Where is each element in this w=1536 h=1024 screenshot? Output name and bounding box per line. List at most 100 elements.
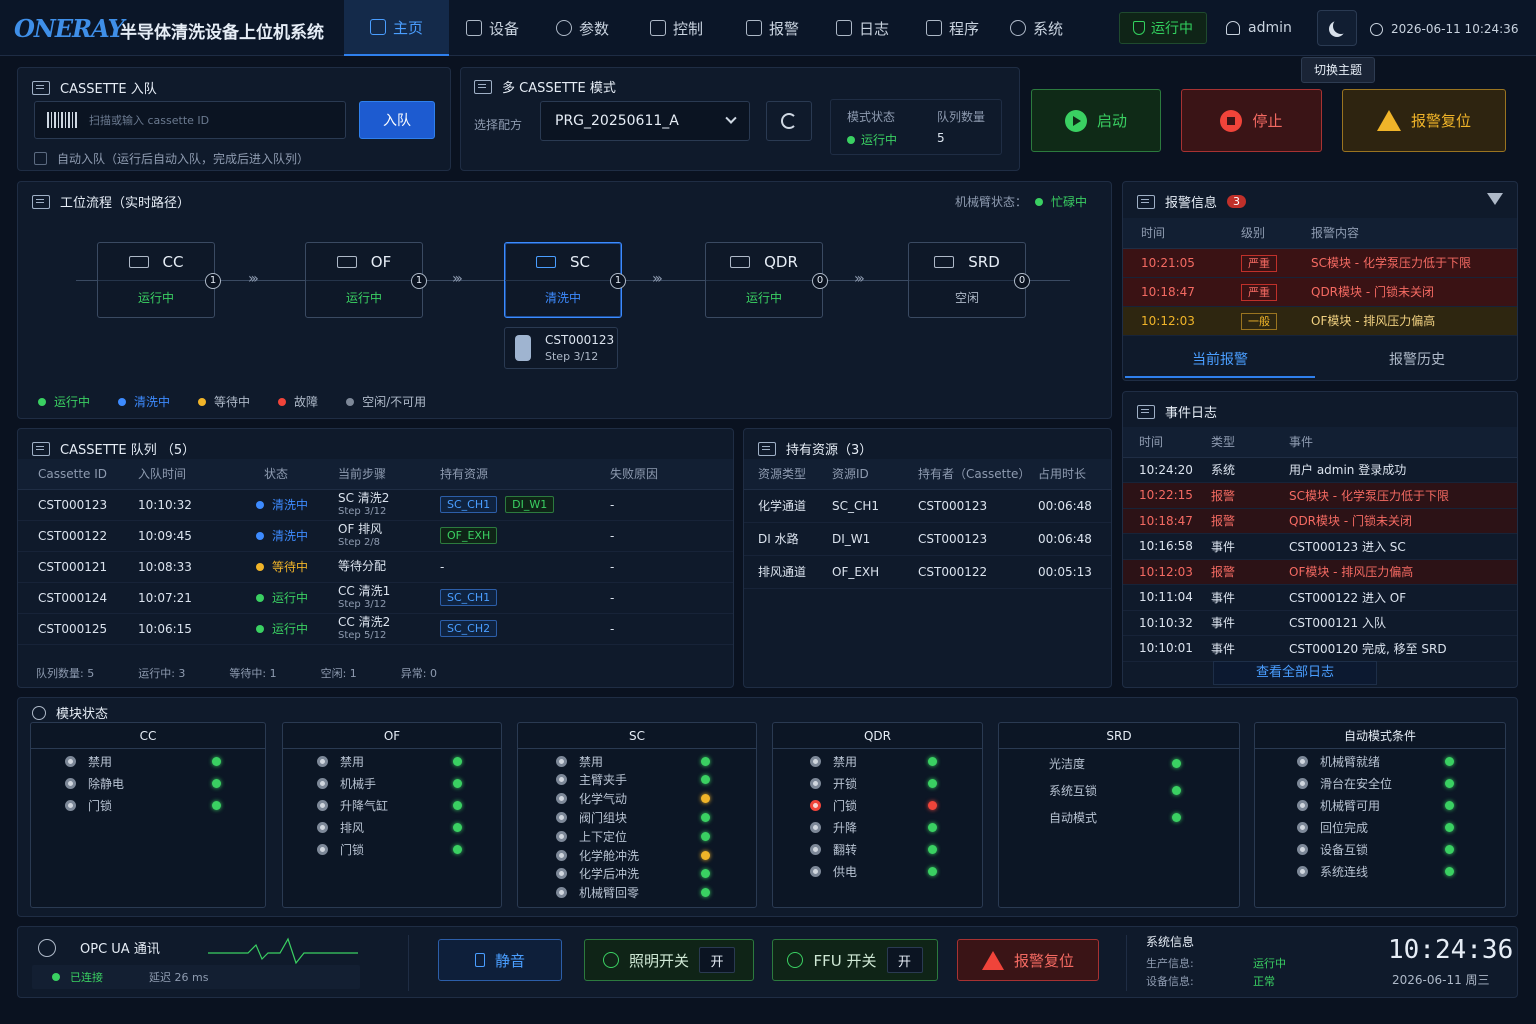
- status-radio-icon: [65, 755, 76, 767]
- queue-row[interactable]: CST000125 10:06:15 运行中 CC 清洗2 Step 5/12 SC…: [18, 613, 733, 645]
- nav-params[interactable]: 参数: [556, 0, 609, 56]
- status-radio-icon: [810, 843, 821, 855]
- production-status: 运行中: [1253, 957, 1286, 970]
- opc-status: 已连接 延迟 26 ms: [32, 965, 360, 989]
- light-switch[interactable]: 照明开关开: [584, 939, 754, 981]
- alarm-row[interactable]: 10:12:03 一般 OF模块 - 排风压力偏高: [1123, 306, 1517, 336]
- tab-current-alarm[interactable]: 当前报警: [1125, 344, 1315, 378]
- module-indicator: 系统互锁: [999, 780, 1239, 800]
- bulb-icon: [602, 952, 619, 968]
- light-state[interactable]: 开: [699, 947, 735, 973]
- tab-alarm-history[interactable]: 报警历史: [1319, 344, 1515, 378]
- queue-row[interactable]: CST000124 10:07:21 运行中 CC 清洗1 Step 3/12 SC…: [18, 582, 733, 614]
- log-icon: [836, 20, 852, 36]
- module-indicator: 开锁: [773, 773, 982, 793]
- module-indicator: 机械臂回零: [518, 883, 756, 903]
- mute-button[interactable]: 静音: [438, 939, 562, 981]
- flow-panel: 工位流程（实时路径） 机械臂状态： 忙碌中 CC 运行中 1 ››› OF 运行中 1…: [17, 181, 1112, 419]
- queue-summary: 队列数量: 5 运行中: 3 等待中: 1 空闲: 1 异常: 0: [36, 667, 438, 680]
- opc-title: OPC UA 通讯: [80, 942, 160, 957]
- alarm-row[interactable]: 10:18:47 严重 QDR模块 - 门锁未关闭: [1123, 277, 1517, 307]
- alarm-reset-button[interactable]: 报警复位: [957, 939, 1099, 981]
- status-led-icon: [1445, 822, 1454, 832]
- log-icon: [1137, 404, 1155, 419]
- refresh-button[interactable]: [766, 101, 812, 141]
- network-icon: [38, 939, 56, 957]
- nav-program[interactable]: 程序: [926, 0, 979, 56]
- start-button[interactable]: 启动: [1031, 89, 1161, 152]
- nav-control[interactable]: 控制: [650, 0, 703, 56]
- resource-row[interactable]: DI 水路 DI_W1 CST000123 00:06:48: [744, 522, 1111, 556]
- nav-system[interactable]: 系统: [1010, 0, 1063, 56]
- status-radio-icon: [1297, 799, 1308, 811]
- resource-tag[interactable]: SC_CH1: [440, 589, 498, 606]
- ffu-switch[interactable]: FFU 开关开: [772, 939, 938, 981]
- queue-row[interactable]: CST000122 10:09:45 清洗中 OF 排风 Step 2/8 OF_E…: [18, 520, 733, 552]
- clock-icon: [1370, 22, 1383, 36]
- status-led-icon: [701, 794, 710, 804]
- station-icon: [336, 255, 357, 268]
- station-of[interactable]: OF 运行中: [305, 242, 423, 318]
- device-icon: [466, 20, 482, 36]
- list-icon: [32, 194, 50, 209]
- auto-enqueue-checkbox[interactable]: 自动入队（运行后自动入队，完成后进入队列）: [34, 150, 309, 167]
- resource-row[interactable]: 化学通道 SC_CH1 CST000123 00:06:48: [744, 489, 1111, 523]
- resource-tag[interactable]: SC_CH1: [440, 496, 498, 513]
- alarm-reset-button-top[interactable]: 报警复位: [1342, 89, 1506, 152]
- resource-tag[interactable]: DI_W1: [505, 496, 555, 513]
- checkbox[interactable]: [34, 152, 47, 165]
- moon-icon: [1333, 18, 1349, 34]
- app-title: 半导体清洗设备上位机系统: [120, 23, 324, 43]
- station-srd[interactable]: SRD 空闲: [908, 242, 1026, 318]
- nav-alarm[interactable]: 报警: [746, 0, 799, 56]
- queue-count: 5: [937, 131, 945, 145]
- station-cc[interactable]: CC 运行中: [97, 242, 215, 318]
- event-row: 10:18:47 报警 QDR模块 - 门锁未关闭: [1123, 508, 1517, 534]
- module-indicator: 翻转: [773, 839, 982, 859]
- alarm-count-badge: 3: [1227, 195, 1247, 208]
- status-led-icon: [928, 866, 937, 876]
- status-radio-icon: [1297, 821, 1308, 833]
- program-icon: [926, 20, 942, 36]
- module-group-自动模式条件: 自动模式条件 机械臂就绪 滑台在安全位 机械臂可用 回位完成 设备互锁 系统连线: [1254, 722, 1506, 908]
- station-icon: [536, 255, 556, 268]
- queue-row[interactable]: CST000121 10:08:33 等待中 等待分配 --: [18, 551, 733, 583]
- filter-icon[interactable]: [1487, 193, 1503, 205]
- multi-cassette-title: 多 CASSETTE 模式: [474, 77, 616, 96]
- event-table: 时间 类型 事件 10:24:20 系统 用户 admin 登录成功 10:22:15…: [1123, 427, 1517, 662]
- flow-arrows: ›››: [452, 271, 463, 287]
- ffu-state[interactable]: 开: [886, 947, 923, 973]
- alarm-row[interactable]: 10:21:05 严重 SC模块 - 化学泵压力低于下限: [1123, 248, 1517, 278]
- event-row: 10:10:32 事件 CST000121 入队: [1123, 610, 1517, 636]
- status-radio-icon: [810, 755, 821, 767]
- nav-log[interactable]: 日志: [836, 0, 889, 56]
- warning-icon: [981, 950, 1004, 970]
- status-radio-icon: [65, 799, 76, 811]
- nav-home[interactable]: 主页: [344, 0, 450, 56]
- module-indicator: 禁用: [31, 751, 265, 771]
- resources-panel: 持有资源（3） 资源类型 资源ID 持有者（Cassette） 占用时长 化学通…: [743, 428, 1112, 688]
- view-all-logs-link[interactable]: 查看全部日志: [1213, 661, 1377, 685]
- queue-row[interactable]: CST000123 10:10:32 清洗中 SC 清洗2 Step 3/12 SC…: [18, 489, 733, 521]
- recipe-select[interactable]: PRG_20250611_A: [540, 101, 750, 141]
- sc-cassette-card[interactable]: CST000123 Step 3/12: [504, 327, 618, 369]
- module-indicator: 门锁: [31, 795, 265, 815]
- theme-toggle-button[interactable]: [1317, 10, 1357, 46]
- status-radio-icon: [810, 799, 821, 811]
- enqueue-button[interactable]: 入队: [359, 101, 435, 139]
- resource-tag[interactable]: SC_CH2: [440, 620, 498, 637]
- stop-button[interactable]: 停止: [1181, 89, 1322, 152]
- status-led-icon: [1445, 756, 1454, 766]
- resource-tag[interactable]: OF_EXH: [440, 527, 498, 544]
- event-row: 10:12:03 报警 OF模块 - 排风压力偏高: [1123, 559, 1517, 585]
- status-radio-icon: [1297, 865, 1308, 877]
- user-menu[interactable]: admin: [1226, 20, 1292, 36]
- status-radio-icon: [556, 830, 567, 842]
- station-qdr[interactable]: QDR 运行中: [705, 242, 823, 318]
- station-icon: [730, 255, 751, 268]
- module-indicator: 上下定位: [518, 826, 756, 846]
- station-sc[interactable]: SC 清洗中: [504, 242, 622, 318]
- nav-device[interactable]: 设备: [466, 0, 519, 56]
- cassette-id-input[interactable]: 扫描或输入 cassette ID: [34, 101, 346, 139]
- resource-row[interactable]: 排风通道 OF_EXH CST000122 00:05:13: [744, 555, 1111, 589]
